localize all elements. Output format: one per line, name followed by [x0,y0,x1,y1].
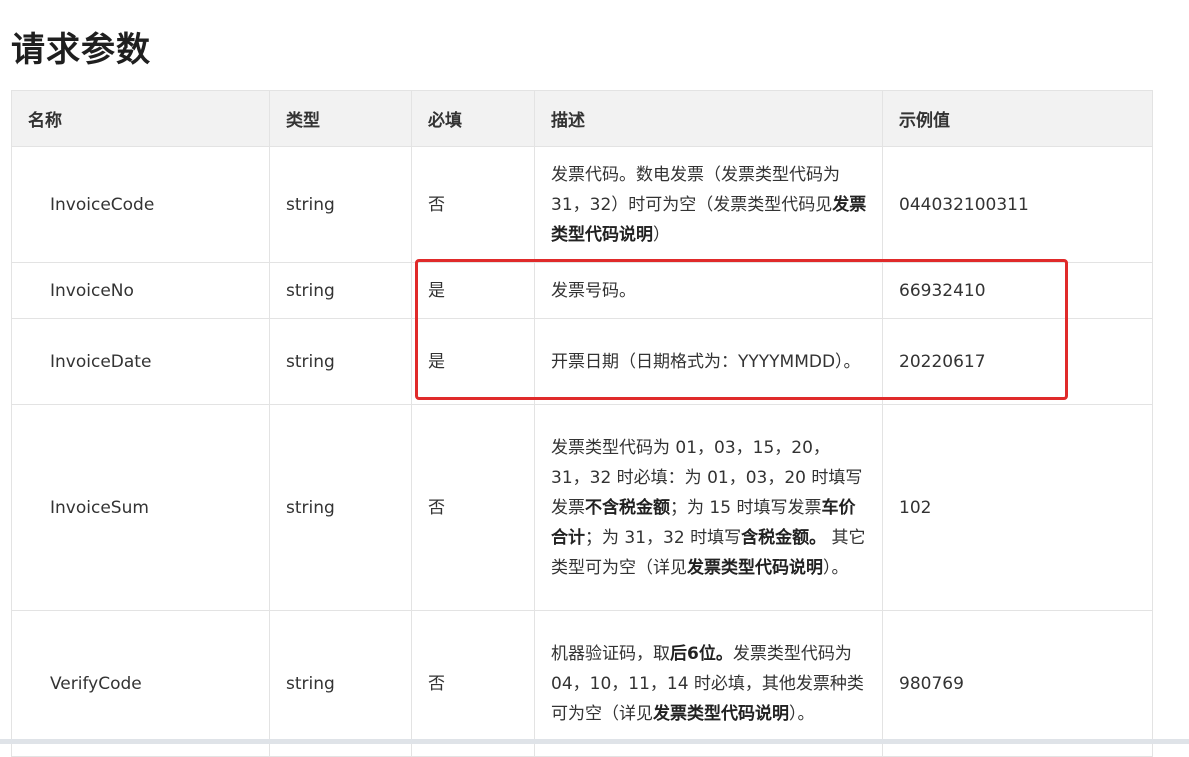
table-header-row: 名称 类型 必填 描述 示例值 [11,90,1153,147]
page-title: 请求参数 [11,30,151,70]
param-required: 否 [411,404,535,611]
description-text: ） [653,224,670,245]
table-row: InvoiceCode string 否 发票代码。数电发票（发票类型代码为 3… [11,146,1153,263]
description-text: 发票代码。数电发票（发票类型代码为 31，32）时可为空（发票类型代码见 [551,164,840,215]
param-description: 发票类型代码为 01，03，15，20，31，32 时必填：为 01，03，20… [534,404,883,611]
param-description: 机器验证码，取后6位。发票类型代码为 04，10，11，14 时必填，其他发票种… [534,610,883,757]
description-text: ；为 31，32 时填写 [585,527,742,548]
description-emphasis: 后6位。 [670,643,733,664]
description-emphasis: 发票类型代码说明 [687,557,823,578]
param-required: 是 [411,262,535,319]
request-params-table: 名称 类型 必填 描述 示例值 InvoiceCode string 否 发票代… [11,90,1153,757]
header-name: 名称 [11,90,270,147]
param-example: 102 [882,404,1153,611]
param-example: 980769 [882,610,1153,757]
horizontal-scrollbar[interactable] [0,739,1189,744]
param-type: string [269,404,412,611]
description-emphasis: 含税金额。 [741,527,827,548]
param-description: 发票代码。数电发票（发票类型代码为 31，32）时可为空（发票类型代码见发票类型… [534,146,883,263]
param-type: string [269,318,412,405]
table-row: InvoiceDate string 是 开票日期（日期格式为：YYYYMMDD… [11,318,1153,405]
param-required: 否 [411,146,535,263]
param-name: InvoiceDate [11,318,270,405]
param-required: 否 [411,610,535,757]
description-text: 发票号码。 [551,280,636,301]
table-row: InvoiceSum string 否 发票类型代码为 01，03，15，20，… [11,404,1153,611]
param-example: 044032100311 [882,146,1153,263]
header-required: 必填 [411,90,535,147]
header-type: 类型 [269,90,412,147]
param-name: InvoiceSum [11,404,270,611]
description-text: ）。 [823,557,849,578]
param-description: 开票日期（日期格式为：YYYYMMDD）。 [534,318,883,405]
param-type: string [269,146,412,263]
param-name: InvoiceCode [11,146,270,263]
table-row: InvoiceNo string 是 发票号码。 66932410 [11,262,1153,319]
param-type: string [269,262,412,319]
param-example: 66932410 [882,262,1153,319]
header-description: 描述 [534,90,883,147]
description-emphasis: 不含税金额 [585,497,670,518]
header-example: 示例值 [882,90,1153,147]
param-example: 20220617 [882,318,1153,405]
description-text: ；为 15 时填写发票 [670,497,822,518]
description-emphasis: 发票类型代码说明 [653,703,789,724]
param-type: string [269,610,412,757]
param-name: VerifyCode [11,610,270,757]
description-text: 机器验证码，取 [551,643,670,664]
description-text: 开票日期（日期格式为：YYYYMMDD）。 [551,351,861,372]
table-row: VerifyCode string 否 机器验证码，取后6位。发票类型代码为 0… [11,610,1153,757]
param-name: InvoiceNo [11,262,270,319]
param-required: 是 [411,318,535,405]
description-text: ）。 [789,703,815,724]
param-description: 发票号码。 [534,262,883,319]
